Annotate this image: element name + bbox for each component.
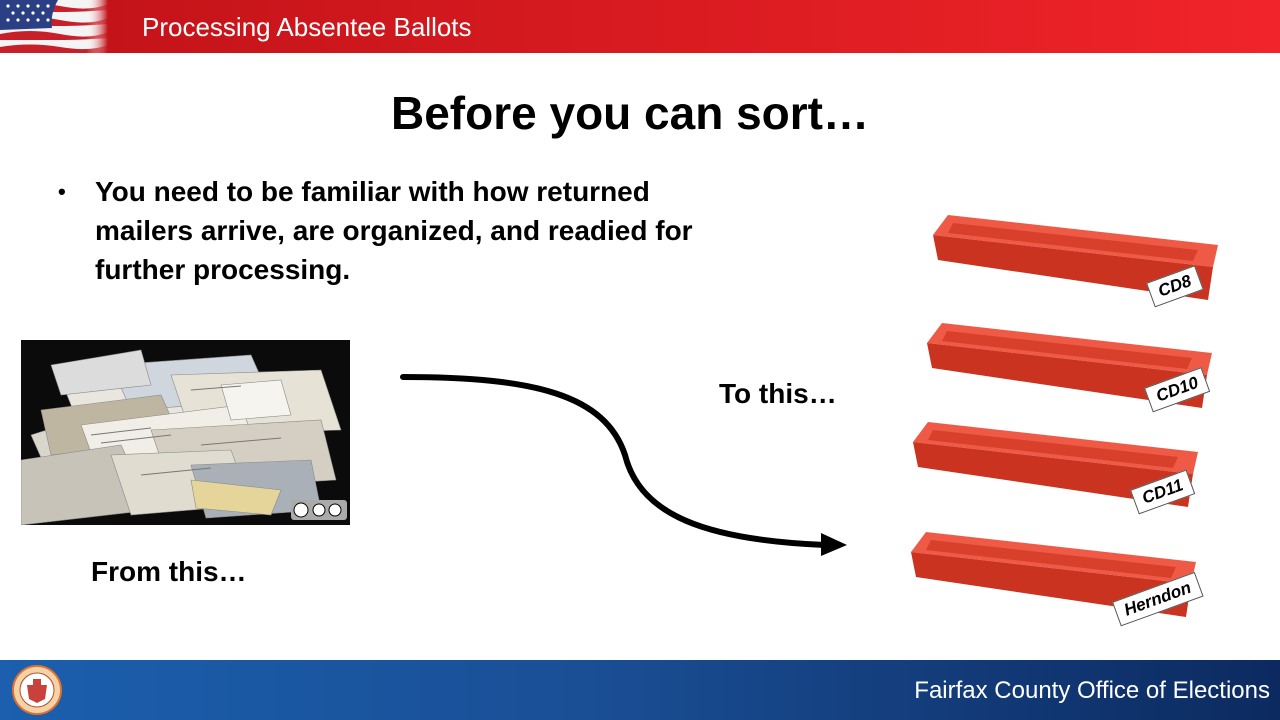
bullet-item: • You need to be familiar with how retur…: [58, 172, 718, 289]
from-caption: From this…: [91, 556, 247, 587]
tray-cd10: CD10: [922, 313, 1232, 423]
county-seal-icon: [12, 665, 62, 715]
bullet-list: • You need to be familiar with how retur…: [58, 172, 718, 289]
bullet-dot-icon: •: [58, 179, 66, 204]
bullet-text: You need to be familiar with how returne…: [95, 176, 693, 285]
tray-cd11: CD11: [908, 412, 1218, 522]
header-title: Processing Absentee Ballots: [142, 12, 472, 42]
mail-pile-photo: [21, 340, 350, 525]
curved-arrow-icon: [400, 374, 847, 556]
footer-bar: Fairfax County Office of Elections: [0, 660, 1280, 720]
tray-herndon: Herndon: [906, 522, 1216, 632]
footer-text: Fairfax County Office of Elections: [914, 677, 1270, 704]
slide-title: Before you can sort…: [391, 87, 869, 139]
tray-cd8: CD8: [928, 205, 1238, 315]
header-bar: Processing Absentee Ballots: [0, 0, 1280, 53]
american-flag-icon: [0, 0, 108, 53]
